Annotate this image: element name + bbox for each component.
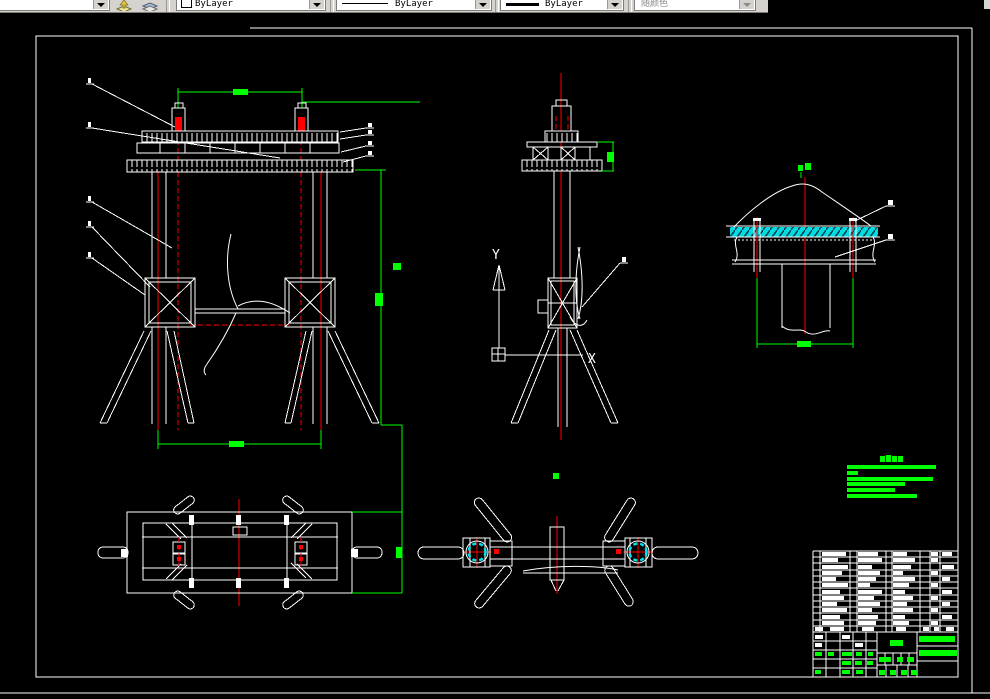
layer-current-icon <box>115 0 133 11</box>
title-block <box>813 632 958 677</box>
chevron-down-icon[interactable] <box>607 0 622 9</box>
ucs-y-label: Y <box>492 248 500 263</box>
chevron-down-icon[interactable] <box>93 0 108 9</box>
color-dropdown[interactable]: ByLayer <box>176 0 326 11</box>
color-swatch <box>181 0 192 8</box>
layer-previous-button[interactable] <box>138 0 161 11</box>
plot-style-value: 随颜色 <box>641 0 668 9</box>
application-window: Y X <box>0 0 990 699</box>
leader-callouts-left <box>86 78 280 295</box>
side-view: Y X <box>492 73 628 440</box>
side-view-structure <box>511 100 628 427</box>
chevron-down-icon[interactable] <box>309 0 324 9</box>
toolbar-separator <box>495 0 499 12</box>
window-corner-fragment <box>984 0 990 9</box>
linetype-dropdown[interactable]: ByLayer <box>336 0 492 11</box>
chevron-down-icon[interactable] <box>475 0 490 9</box>
leader-callouts-right <box>340 123 374 162</box>
color-value: ByLayer <box>195 0 233 9</box>
grip-point[interactable] <box>553 473 559 479</box>
tech-requirements-text <box>847 455 936 498</box>
rotor-plan-view <box>418 473 698 610</box>
plan-view <box>98 494 402 610</box>
parts-list-entries <box>815 552 954 631</box>
toolbar-separator <box>628 0 632 12</box>
detail-view <box>726 163 895 348</box>
chevron-down-icon <box>739 0 754 9</box>
ucs-x-label: X <box>588 352 596 367</box>
toolbar-separator <box>166 0 170 12</box>
linetype-glyph-icon <box>342 3 388 4</box>
front-view <box>86 78 420 512</box>
drawing-canvas[interactable]: Y X <box>0 0 990 699</box>
plan-dimension <box>352 512 402 593</box>
make-layer-current-button[interactable] <box>112 0 135 11</box>
layers-icon <box>141 0 159 11</box>
toolbar-separator <box>330 0 334 12</box>
plot-style-dropdown: 随颜色 <box>634 0 756 11</box>
linetype-value: ByLayer <box>395 0 433 9</box>
parts-list-table <box>813 551 958 632</box>
layer-dropdown[interactable] <box>0 0 110 11</box>
toolbar: ByLayer ByLayer ByLayer 随颜色 <box>0 0 768 13</box>
lineweight-value: ByLayer <box>545 0 583 9</box>
lineweight-dropdown[interactable]: ByLayer <box>500 0 624 11</box>
lineweight-glyph-icon <box>506 3 539 6</box>
detail-section-symbol <box>798 163 811 171</box>
